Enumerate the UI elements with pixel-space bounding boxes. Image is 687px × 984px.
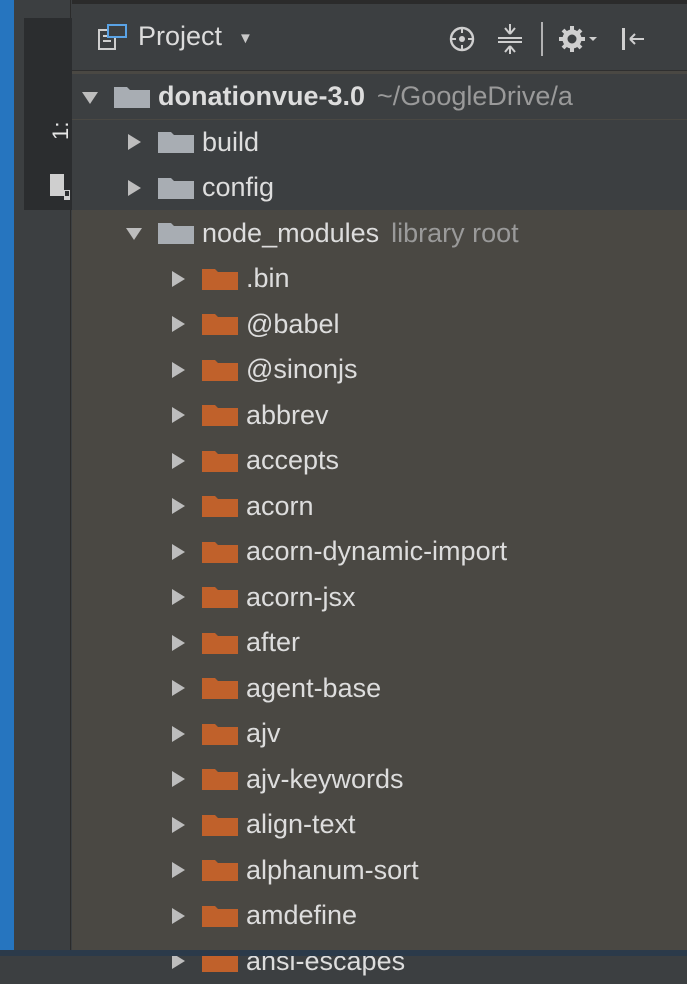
folder-icon [188, 723, 246, 745]
tree-item-label: @sinonjs [246, 354, 358, 384]
folder-icon [188, 814, 246, 836]
chevron-right-icon[interactable] [168, 451, 188, 471]
tree-item-label: ajv-keywords [246, 763, 404, 794]
tree-item-label: align-text [246, 809, 356, 839]
folder-icon [188, 905, 246, 927]
tree-item-alphanum-sort[interactable]: alphanum-sort [72, 848, 687, 893]
project-view-icon [98, 23, 127, 50]
folder-icon [188, 404, 246, 426]
tree-item-label: ajv [246, 718, 281, 748]
tree-item-root[interactable]: donationvue-3.0 ~/GoogleDrive/a [72, 74, 687, 119]
tool-window-strip: 1: Project [14, 0, 99, 956]
chevron-right-icon[interactable] [168, 360, 188, 380]
folder-icon [100, 86, 158, 108]
chevron-right-icon[interactable] [168, 815, 188, 835]
tree-item-label: donationvue-3.0 [158, 81, 366, 111]
chevron-right-icon[interactable] [124, 132, 144, 152]
project-tool-tab[interactable]: 1: Project [24, 18, 99, 210]
chevron-down-icon: ▼ [238, 30, 253, 47]
tree-item-config[interactable]: config [72, 165, 687, 210]
tree-item-label: node_modules [202, 217, 380, 248]
tree-item-after[interactable]: after [72, 620, 687, 665]
tree-item-acorn-dynamic-import[interactable]: acorn-dynamic-import [72, 529, 687, 574]
view-selector-label: Project [138, 21, 223, 51]
tree-item-label: abbrev [246, 399, 329, 430]
tree-item-acorn[interactable]: acorn [72, 484, 687, 529]
tree-item-label: alphanum-sort [246, 854, 419, 885]
tree-item-ajv-keywords[interactable]: ajv-keywords [72, 757, 687, 802]
hide-panel-icon [622, 28, 644, 50]
settings-button[interactable] [557, 22, 601, 56]
tree-item-agent-base[interactable]: agent-base [72, 666, 687, 711]
project-panel-header: Project ▼ [72, 4, 687, 71]
tree-item-label: build [202, 126, 260, 157]
chevron-right-icon[interactable] [168, 678, 188, 698]
chevron-right-icon[interactable] [168, 269, 188, 289]
tree-item-label: @babel [246, 308, 340, 339]
tree-item-align-text[interactable]: align-text [72, 802, 687, 847]
tree-item-abbrev[interactable]: abbrev [72, 393, 687, 438]
tree-item-bin[interactable]: .bin [72, 256, 687, 301]
tree-item-hint: library root [391, 217, 519, 248]
folder-icon [188, 359, 246, 381]
tree-item-hint: ~/GoogleDrive/a [377, 81, 573, 111]
tree-item-label: config [202, 172, 275, 202]
tree-item-label: acorn [246, 490, 314, 521]
folder-icon [188, 313, 246, 335]
folder-icon [144, 131, 202, 153]
chevron-down-icon[interactable] [124, 223, 144, 243]
folder-icon [188, 450, 246, 472]
chevron-right-icon[interactable] [168, 906, 188, 926]
folder-icon [188, 495, 246, 517]
tree-item-amdefine[interactable]: amdefine [72, 893, 687, 938]
folder-icon [188, 541, 246, 563]
chevron-right-icon[interactable] [168, 587, 188, 607]
folder-icon [188, 268, 246, 290]
chevron-right-icon[interactable] [168, 542, 188, 562]
settings-icon [559, 26, 597, 52]
chevron-right-icon[interactable] [168, 633, 188, 653]
folder-icon [188, 586, 246, 608]
tree-item-node-modules[interactable]: node_modules library root [72, 211, 687, 256]
project-panel: Project ▼ donationvue-3.0 ~/GoogleDrive/… [72, 0, 687, 976]
tree-item-label: acorn-jsx [246, 581, 356, 612]
toolbar-separator [541, 22, 543, 56]
collapse-all-button[interactable] [493, 22, 527, 56]
tree-item-label: accepts [246, 445, 340, 475]
tree-item-ajv[interactable]: ajv [72, 711, 687, 756]
folder-icon [144, 222, 202, 244]
locate-icon [449, 26, 475, 52]
tree-item-label: agent-base [246, 672, 382, 703]
collapse-all-icon [498, 24, 522, 54]
hide-panel-button[interactable] [615, 22, 649, 56]
tree-item-label: .bin [246, 263, 290, 293]
chevron-right-icon[interactable] [168, 860, 188, 880]
tree-item-build[interactable]: build [72, 119, 687, 165]
tree-item-babel[interactable]: @babel [72, 302, 687, 347]
tree-item-acorn-jsx[interactable]: acorn-jsx [72, 575, 687, 620]
folder-icon [188, 859, 246, 881]
chevron-right-icon[interactable] [168, 496, 188, 516]
bottom-bar [0, 950, 687, 956]
tree-item-label: after [246, 627, 301, 657]
folder-icon [188, 768, 246, 790]
tree-item-label: acorn-dynamic-import [246, 536, 508, 566]
chevron-right-icon[interactable] [168, 314, 188, 334]
window-edge-stripe [0, 0, 14, 956]
chevron-right-icon[interactable] [168, 769, 188, 789]
tree-item-sinonjs[interactable]: @sinonjs [72, 347, 687, 392]
chevron-right-icon[interactable] [124, 178, 144, 198]
folder-icon [144, 177, 202, 199]
folder-icon [188, 632, 246, 654]
locate-button[interactable] [445, 22, 479, 56]
folder-icon [188, 677, 246, 699]
tree-item-accepts[interactable]: accepts [72, 438, 687, 483]
tree-item-ansi-escapes[interactable]: ansi-escapes [72, 939, 687, 984]
chevron-right-icon[interactable] [168, 724, 188, 744]
tree-item-label: amdefine [246, 900, 358, 930]
view-selector[interactable]: Project ▼ [98, 21, 253, 52]
chevron-down-icon[interactable] [80, 87, 100, 107]
project-folder-icon [50, 174, 70, 200]
chevron-right-icon[interactable] [168, 405, 188, 425]
